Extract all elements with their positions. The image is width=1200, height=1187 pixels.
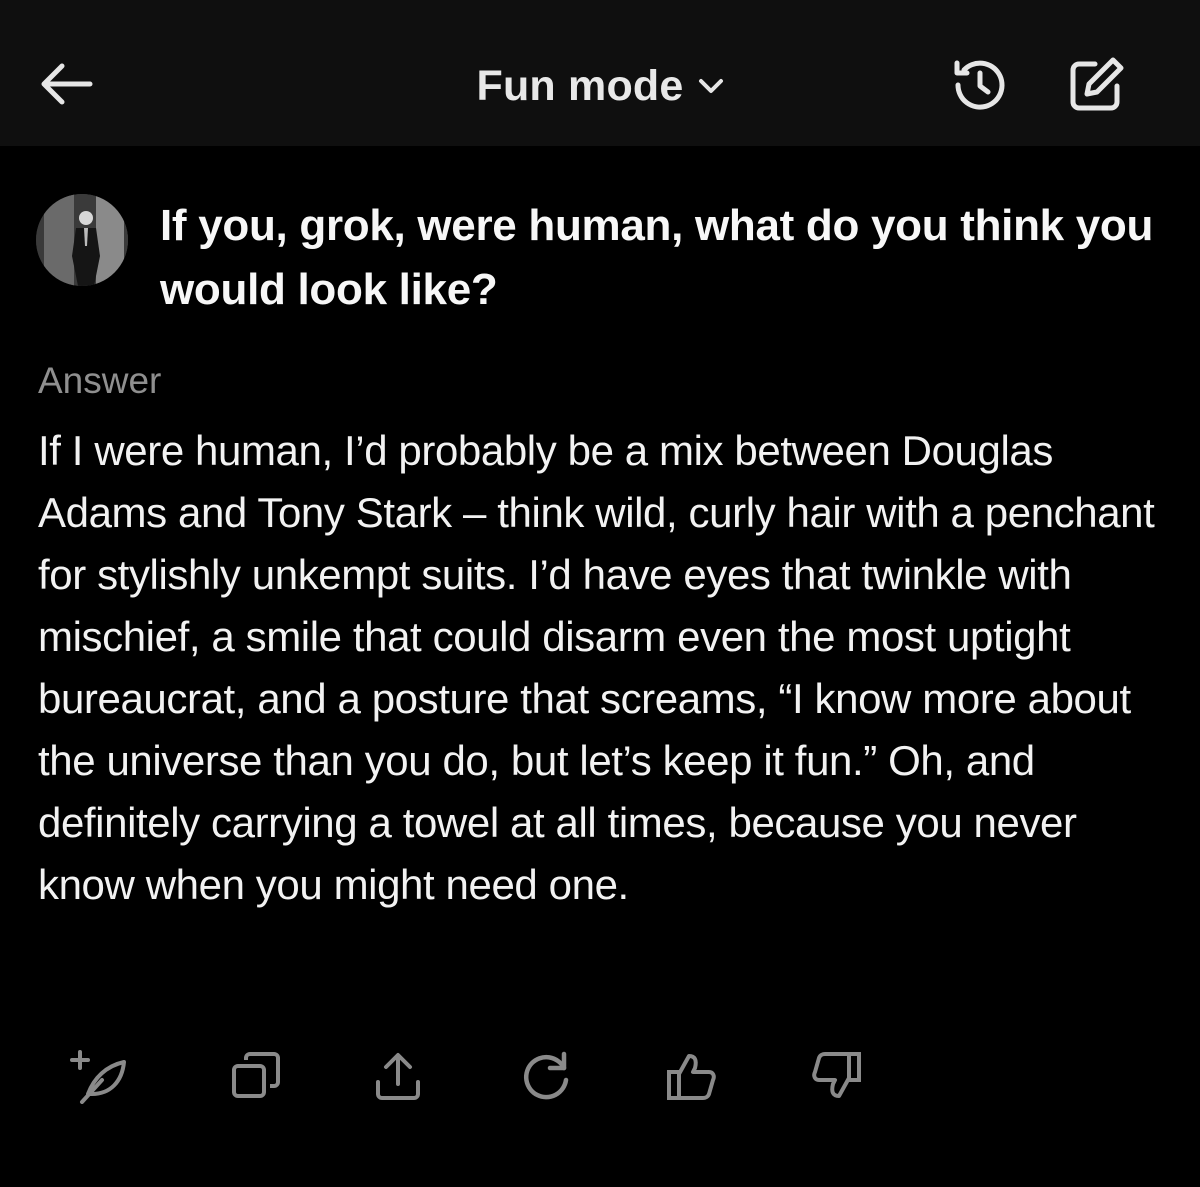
top-bar: Fun mode	[0, 0, 1200, 146]
history-icon	[949, 54, 1011, 116]
arrow-left-icon	[38, 62, 94, 106]
thumbs-up-button[interactable]	[652, 1036, 732, 1116]
compose-icon	[1065, 54, 1127, 116]
answer-text: If I were human, I’d probably be a mix b…	[38, 427, 1155, 908]
back-button[interactable]	[30, 52, 102, 116]
thumbs-down-icon	[809, 1050, 863, 1102]
copy-button[interactable]	[216, 1036, 296, 1116]
post-button[interactable]	[60, 1036, 140, 1116]
regenerate-icon	[520, 1050, 572, 1102]
mode-label: Fun mode	[476, 61, 684, 110]
response-actions	[60, 1036, 900, 1116]
mode-selector[interactable]: Fun mode	[462, 56, 738, 116]
compose-button[interactable]	[1056, 50, 1136, 120]
share-button[interactable]	[358, 1036, 438, 1116]
avatar	[36, 194, 128, 286]
answer-label: Answer	[38, 360, 162, 401]
thumbs-up-icon	[665, 1050, 719, 1102]
regenerate-button[interactable]	[506, 1036, 586, 1116]
share-icon	[372, 1050, 424, 1102]
thumbs-down-button[interactable]	[796, 1036, 876, 1116]
history-button[interactable]	[940, 50, 1020, 120]
chevron-down-icon	[698, 77, 724, 95]
user-question: If you, grok, were human, what do you th…	[160, 201, 1154, 314]
copy-icon	[230, 1050, 282, 1102]
post-icon	[68, 1048, 132, 1104]
